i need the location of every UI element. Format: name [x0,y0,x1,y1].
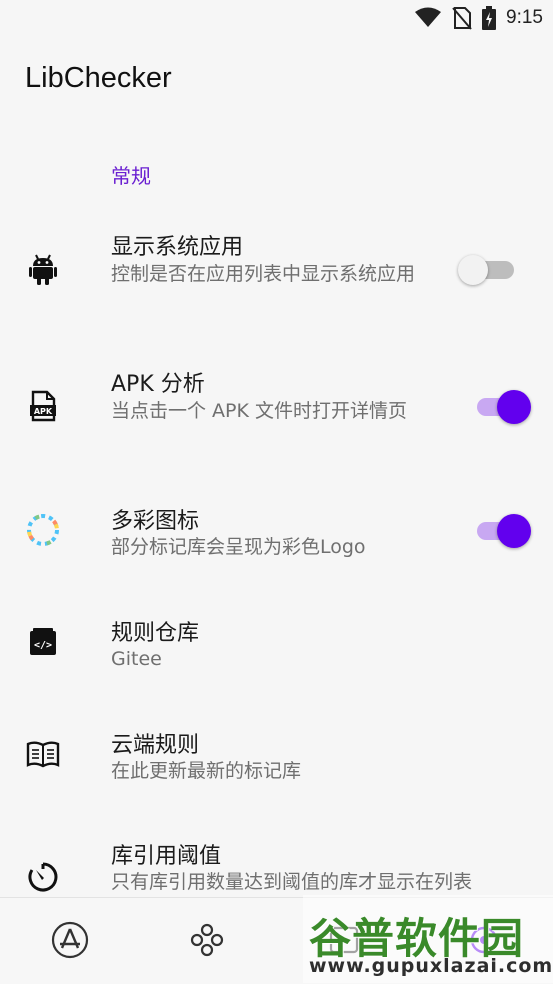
setting-summary: 在此更新最新的标记库 [111,760,302,782]
library-icon[interactable] [185,918,229,962]
svg-text:APK: APK [34,407,53,416]
watermark: 谷普软件园 www.gupuxlazai.com [303,895,553,983]
setting-colorful-icons[interactable]: 多彩图标 部分标记库会呈现为彩色Logo [0,490,553,575]
no-sim-icon [452,7,472,30]
setting-library-threshold[interactable]: 库引用阈值 只有库引用数量达到阈值的库才显示在列表 [0,825,553,897]
colorful-ring-icon [23,510,63,550]
status-time: 9:15 [506,7,543,28]
timer-icon [23,857,63,897]
setting-title: 云端规则 [111,733,200,758]
svg-text:</>: </> [34,640,52,651]
section-header-general: 常规 [111,164,151,188]
wifi-icon [415,7,442,27]
setting-title: 显示系统应用 [111,235,244,260]
setting-title: 库引用阈值 [111,844,222,869]
setting-summary: 当点击一个 APK 文件时打开详情页 [111,400,407,422]
setting-title: APK 分析 [111,372,205,397]
setting-summary: 控制是否在应用列表中显示系统应用 [111,263,416,285]
setting-cloud-rules[interactable]: 云端规则 在此更新最新的标记库 [0,714,553,799]
code-repository-icon: </> [23,622,63,662]
setting-summary: 部分标记库会呈现为彩色Logo [111,536,366,558]
show-system-apps-switch[interactable] [458,253,520,287]
apk-analysis-switch[interactable] [471,390,531,424]
android-icon [23,249,63,289]
watermark-url: www.gupuxlazai.com [309,955,553,977]
battery-charging-icon [482,6,497,30]
setting-title: 多彩图标 [111,509,200,534]
setting-show-system-apps[interactable]: 显示系统应用 控制是否在应用列表中显示系统应用 [0,215,553,325]
setting-rules-repository[interactable]: </> 规则仓库 Gitee [0,602,553,687]
apk-file-icon: APK [23,386,63,426]
book-icon [23,734,63,774]
setting-summary: Gitee [111,648,162,670]
setting-apk-analysis[interactable]: APK APK 分析 当点击一个 APK 文件时打开详情页 [0,352,553,462]
setting-title: 规则仓库 [111,621,200,646]
colorful-icons-switch[interactable] [471,514,531,548]
status-icons: 9:15 [414,6,543,30]
setting-summary: 只有库引用数量达到阈值的库才显示在列表 [111,871,473,893]
status-bar: 9:15 [0,0,553,40]
app-store-icon[interactable] [48,918,92,962]
app-title: LibChecker [25,62,172,94]
